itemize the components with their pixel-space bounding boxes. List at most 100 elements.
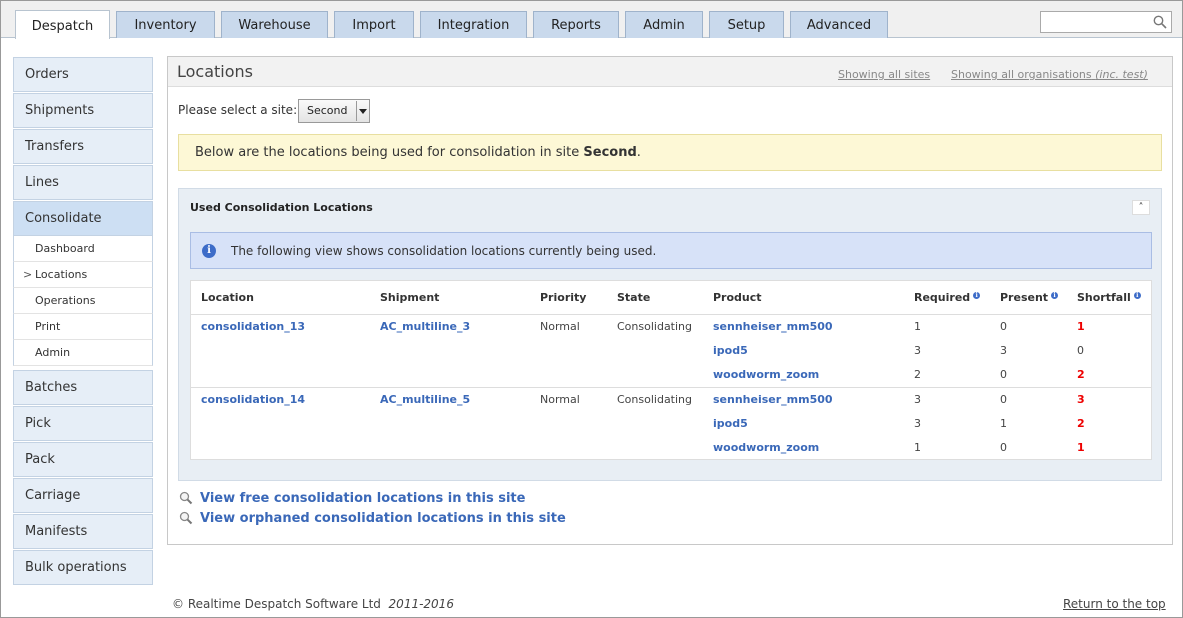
view-orphaned-locations-label: View orphaned consolidation locations in… [200, 511, 566, 526]
required-cell: 1 [914, 320, 921, 333]
magnifier-icon [179, 491, 193, 505]
showing-orgs-text: Showing all organisations [951, 68, 1092, 81]
dropdown-arrow-icon [356, 101, 368, 121]
search-icon[interactable] [1153, 15, 1167, 29]
row-divider [191, 387, 1151, 388]
product-link[interactable]: woodworm_zoom [713, 368, 819, 381]
shortfall-cell: 0 [1077, 344, 1084, 357]
column-header-state[interactable]: State [617, 291, 650, 304]
sidebar-subitem-label: Operations [35, 294, 96, 307]
showing-all-organisations-link[interactable]: Showing all organisations (inc. test) [951, 68, 1148, 81]
info-message: i The following view shows consolidation… [190, 232, 1152, 269]
search-input[interactable] [1041, 12, 1149, 32]
present-cell: 3 [1000, 344, 1007, 357]
column-header-priority[interactable]: Priority [540, 291, 586, 304]
sidebar-item-bulk-operations[interactable]: Bulk operations [13, 550, 153, 585]
notice-text: Below are the locations being used for c… [195, 145, 580, 160]
product-link[interactable]: ipod5 [713, 417, 748, 430]
site-select-value: Second [307, 104, 348, 117]
column-header-product[interactable]: Product [713, 291, 762, 304]
collapse-icon[interactable]: ˄ [1132, 200, 1150, 215]
info-icon: i [973, 292, 981, 299]
tab-setup[interactable]: Setup [709, 11, 784, 38]
required-cell: 2 [914, 368, 921, 381]
product-link[interactable]: sennheiser_mm500 [713, 320, 833, 333]
showing-orgs-suffix: (inc. test) [1095, 68, 1148, 81]
required-cell: 3 [914, 344, 921, 357]
sidebar-item-lines[interactable]: Lines [13, 165, 153, 200]
tab-integration[interactable]: Integration [420, 11, 527, 38]
magnifier-icon [179, 511, 193, 525]
sidebar-subitem-operations[interactable]: Operations [13, 288, 153, 314]
site-notice: Below are the locations being used for c… [178, 134, 1162, 171]
tab-inventory[interactable]: Inventory [116, 11, 215, 38]
present-cell: 0 [1000, 441, 1007, 454]
sidebar-item-transfers[interactable]: Transfers [13, 129, 153, 164]
column-header-location[interactable]: Location [201, 291, 254, 304]
present-cell: 1 [1000, 417, 1007, 430]
sidebar-subitem-label: Locations [35, 268, 88, 281]
column-header-shortfall[interactable]: Shortfall i [1077, 291, 1141, 304]
sidebar-subitem-dashboard[interactable]: Dashboard [13, 236, 153, 262]
sidebar-item-pack[interactable]: Pack [13, 442, 153, 477]
sidebar-item-shipments[interactable]: Shipments [13, 93, 153, 128]
present-cell: 0 [1000, 368, 1007, 381]
sidebar-subitem-admin[interactable]: Admin [13, 340, 153, 366]
sidebar-subitem-locations[interactable]: > Locations [13, 262, 153, 288]
column-header-present[interactable]: Present i [1000, 291, 1059, 304]
copyright-years: 2011-2016 [388, 597, 454, 611]
sidebar-item-consolidate[interactable]: Consolidate [13, 201, 153, 236]
sidebar-subitem-label: Print [35, 320, 61, 333]
column-header-shipment[interactable]: Shipment [380, 291, 439, 304]
sidebar-subitem-label: Dashboard [35, 242, 95, 255]
page-header: Locations Showing all sites Showing all … [168, 57, 1172, 87]
view-free-locations-link[interactable]: View free consolidation locations in thi… [179, 491, 525, 506]
return-to-top-link[interactable]: Return to the top [1063, 597, 1166, 611]
sidebar-item-manifests[interactable]: Manifests [13, 514, 153, 549]
required-cell: 3 [914, 417, 921, 430]
sidebar-subitem-print[interactable]: Print [13, 314, 153, 340]
location-link[interactable]: consolidation_13 [201, 320, 305, 333]
state-cell: Consolidating [617, 320, 693, 333]
view-orphaned-locations-link[interactable]: View orphaned consolidation locations in… [179, 511, 566, 526]
sidebar-item-batches[interactable]: Batches [13, 370, 153, 405]
sidebar-item-pick[interactable]: Pick [13, 406, 153, 441]
sidebar-item-carriage[interactable]: Carriage [13, 478, 153, 513]
shortfall-cell: 1 [1077, 441, 1085, 454]
main-panel: Locations Showing all sites Showing all … [167, 56, 1173, 545]
chevron-right-icon: > [23, 268, 33, 281]
tab-warehouse[interactable]: Warehouse [221, 11, 328, 38]
site-select[interactable]: Second [298, 99, 370, 123]
location-link[interactable]: consolidation_14 [201, 393, 305, 406]
column-header-label: Shortfall [1077, 291, 1131, 304]
search-box [1040, 11, 1172, 33]
footer-copyright: © Realtime Despatch Software Ltd 2011-20… [172, 597, 454, 611]
notice-site: Second [583, 145, 637, 160]
product-link[interactable]: ipod5 [713, 344, 748, 357]
sidebar-item-orders[interactable]: Orders [13, 57, 153, 92]
column-header-required[interactable]: Required i [914, 291, 981, 304]
notice-suffix: . [636, 145, 641, 160]
tab-import[interactable]: Import [334, 11, 414, 38]
required-cell: 1 [914, 441, 921, 454]
shortfall-cell: 1 [1077, 320, 1085, 333]
panel-title: Used Consolidation Locations [190, 201, 373, 214]
tab-admin[interactable]: Admin [625, 11, 703, 38]
shipment-link[interactable]: AC_multiline_3 [380, 320, 470, 333]
used-consolidation-locations-panel: Used Consolidation Locations ˄ i The fol… [178, 188, 1162, 481]
column-header-label: Present [1000, 291, 1049, 304]
tab-despatch[interactable]: Despatch [15, 10, 110, 39]
copyright-text: © Realtime Despatch Software Ltd [172, 597, 381, 611]
product-link[interactable]: woodworm_zoom [713, 441, 819, 454]
view-free-locations-label: View free consolidation locations in thi… [200, 491, 526, 506]
shipment-link[interactable]: AC_multiline_5 [380, 393, 470, 406]
product-link[interactable]: sennheiser_mm500 [713, 393, 833, 406]
locations-table: Location Shipment Priority State Product… [190, 280, 1152, 460]
top-nav: Despatch Inventory Warehouse Import Inte… [1, 1, 1182, 39]
info-text: The following view shows consolidation l… [231, 244, 657, 258]
column-header-label: Required [914, 291, 971, 304]
shortfall-cell: 2 [1077, 368, 1085, 381]
tab-advanced[interactable]: Advanced [790, 11, 888, 38]
showing-all-sites-link[interactable]: Showing all sites [838, 68, 930, 81]
tab-reports[interactable]: Reports [533, 11, 619, 38]
